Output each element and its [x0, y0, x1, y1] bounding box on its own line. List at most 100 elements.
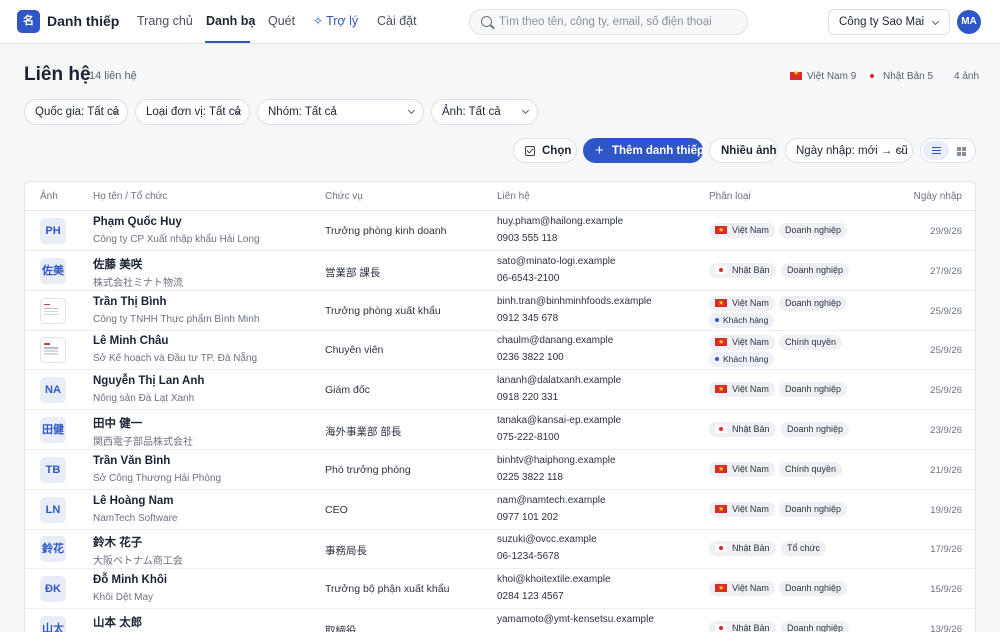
column-date[interactable]: Ngày nhập	[914, 191, 962, 202]
card-thumbnail[interactable]: 鈴花	[40, 536, 66, 563]
table-row[interactable]: 山太 山本 太郎 取締役 yamamoto@ymt-kensetsu.example N…	[25, 609, 975, 632]
table-row[interactable]: 佐美 佐藤 美咲 株式会社ミナト物流 営業部 課長 sato@minato-logi.e…	[25, 251, 975, 291]
table-row[interactable]: PH Phạm Quốc Huy Công ty CP Xuất nhập khẩu…	[25, 211, 975, 251]
card-thumbnail[interactable]: NA	[40, 377, 66, 404]
filter-group[interactable]: Nhóm: Tất cả	[257, 99, 424, 125]
nav-settings[interactable]: Cài đặt	[377, 14, 417, 28]
filter-unit-type[interactable]: Loại đơn vị: Tất cả	[135, 99, 250, 125]
import-date: 21/9/26	[930, 464, 962, 476]
contact-phone[interactable]: 0225 3822 118	[497, 472, 563, 483]
contact-email[interactable]: tanaka@kansai-ep.example	[497, 415, 621, 426]
contact-email[interactable]: yamamoto@ymt-kensetsu.example	[497, 614, 654, 625]
plus-icon: +	[595, 142, 604, 159]
table-row[interactable]: LN Lê Hoàng Nam NamTech Software CEO nam@nam…	[25, 490, 975, 530]
table-row[interactable]: TB Trần Văn Bình Sở Công Thương Hải Phòng P…	[25, 450, 975, 490]
contact-name[interactable]: 佐藤 美咲	[93, 256, 142, 272]
contact-organization: Nông sản Đà Lạt Xanh	[93, 393, 195, 405]
contact-email[interactable]: binh.tran@binhminhfoods.example	[497, 296, 652, 307]
contact-phone[interactable]: 0284 123 4567	[497, 591, 564, 602]
filter-country[interactable]: Quốc gia: Tất cả	[24, 99, 128, 125]
table-row[interactable]: Lê Minh Châu Sở Kế hoạch và Đầu tư TP. Đà…	[25, 330, 975, 371]
flag-icon	[715, 425, 727, 433]
table-row[interactable]: 田健 田中 健一 関西電子部品株式会社 海外事業部 部長 tanaka@kansai-e…	[25, 410, 975, 450]
sort-select[interactable]: Ngày nhập: mới → cũ	[785, 138, 913, 163]
grid-view-icon[interactable]	[957, 147, 966, 156]
nav-home[interactable]: Trang chủ	[137, 14, 193, 28]
table-row[interactable]: 鈴花 鈴木 花子 大阪ベトナム商工会 事務局長 suzuki@ovcc.example 0…	[25, 529, 975, 570]
search-placeholder: Tìm theo tên, công ty, email, số điện th…	[499, 16, 712, 28]
contact-name[interactable]: 山本 太郎	[93, 614, 142, 630]
country-tag: Việt Nam	[709, 223, 775, 238]
contact-email[interactable]: nam@namtech.example	[497, 495, 606, 506]
contact-email[interactable]: huy.pham@hailong.example	[497, 216, 623, 227]
contact-phone[interactable]: 0912 345 678	[497, 313, 558, 324]
flag-icon	[715, 265, 727, 274]
multi-image-button[interactable]: Nhiều ảnh	[709, 138, 778, 163]
contact-organization: 大阪ベトナム商工会	[93, 556, 183, 568]
contact-name[interactable]: Phạm Quốc Huy	[93, 216, 182, 228]
card-thumbnail[interactable]: PH	[40, 218, 66, 244]
card-thumbnail[interactable]: LN	[40, 496, 66, 523]
contact-name[interactable]: Lê Hoàng Nam	[93, 495, 174, 507]
import-date: 29/9/26	[930, 226, 962, 237]
contact-name[interactable]: 鈴木 花子	[93, 534, 142, 550]
card-thumbnail[interactable]: 佐美	[40, 257, 66, 284]
contact-email[interactable]: sato@minato-logi.example	[497, 256, 616, 267]
contact-organization: Sở Kế hoạch và Đầu tư TP. Đà Nẵng	[93, 353, 258, 365]
column-name[interactable]: Họ tên / Tổ chức	[93, 191, 167, 202]
country-tag: Việt Nam	[709, 501, 775, 517]
contact-title: CEO	[325, 503, 348, 516]
select-button[interactable]: Chọn	[513, 138, 577, 163]
table-row[interactable]: Trần Thị Bình Công ty TNHH Thực phẩm Bình…	[25, 291, 975, 331]
contact-email[interactable]: suzuki@ovcc.example	[497, 534, 597, 545]
contact-name[interactable]: Nguyễn Thị Lan Anh	[93, 375, 204, 387]
contact-phone[interactable]: 06-6543-2100	[497, 273, 559, 284]
table-row[interactable]: NA Nguyễn Thị Lan Anh Nông sản Đà Lạt Xanh…	[25, 370, 975, 411]
country-tag: Nhật Bản	[709, 422, 776, 437]
nav-assistant-label: Trợ lý	[326, 14, 359, 28]
nav-contacts[interactable]: Danh bạ	[206, 14, 255, 28]
import-date: 25/9/26	[930, 305, 962, 317]
nav-assistant[interactable]: ✧ Trợ lý	[313, 14, 358, 28]
search-input[interactable]: Tìm theo tên, công ty, email, số điện th…	[469, 9, 748, 35]
contact-count: 14 liên hệ	[89, 70, 137, 82]
contact-name[interactable]: Đỗ Minh Khôi	[93, 574, 167, 586]
contact-name[interactable]: Trần Thị Bình	[93, 296, 166, 308]
unit-type-tag: Doanh nghiệp	[781, 262, 850, 278]
nav-scan[interactable]: Quét	[268, 14, 295, 28]
table-row[interactable]: ĐK Đỗ Minh Khôi Khôi Dệt May Trưởng bộ phận…	[25, 569, 975, 610]
contact-name[interactable]: 田中 健一	[93, 415, 142, 431]
contact-title: 取締役	[325, 625, 357, 632]
contact-phone[interactable]: 0236 3822 100	[497, 352, 564, 363]
contact-phone[interactable]: 06-1234-5678	[497, 551, 559, 562]
card-thumbnail[interactable]	[40, 297, 66, 324]
import-date: 15/9/26	[930, 584, 962, 596]
unit-type-tag: Doanh nghiệp	[779, 223, 848, 238]
card-thumbnail[interactable]: TB	[40, 456, 66, 483]
contact-email[interactable]: lananh@dalatxanh.example	[497, 375, 621, 386]
contact-email[interactable]: khoi@khoitextile.example	[497, 574, 611, 585]
card-thumbnail[interactable]: 田健	[40, 417, 66, 443]
column-contact: Liên hệ	[497, 191, 530, 202]
contact-phone[interactable]: 0903 555 118	[497, 233, 557, 244]
chevron-down-icon	[931, 17, 940, 26]
contact-email[interactable]: chaulm@danang.example	[497, 335, 613, 346]
contact-phone[interactable]: 0918 220 331	[497, 392, 558, 403]
contact-email[interactable]: binhtv@haiphong.example	[497, 455, 616, 466]
contact-organization: 株式会社ミナト物流	[93, 277, 183, 289]
card-thumbnail[interactable]: ĐK	[40, 576, 66, 603]
app-logo[interactable]: 名	[17, 10, 40, 33]
group-tag: Khách hàng	[709, 352, 775, 368]
card-thumbnail[interactable]	[40, 337, 66, 364]
user-avatar[interactable]: MA	[957, 10, 981, 34]
company-select[interactable]: Công ty Sao Mai	[828, 9, 950, 35]
contact-name[interactable]: Trần Văn Bình	[93, 455, 170, 467]
contact-name[interactable]: Lê Minh Châu	[93, 335, 168, 347]
app-title[interactable]: Danh thiếp	[47, 13, 119, 29]
filter-image[interactable]: Ảnh: Tất cả	[431, 99, 538, 125]
add-card-button[interactable]: + Thêm danh thiếp	[583, 138, 704, 163]
card-thumbnail[interactable]: 山太	[40, 616, 66, 632]
contact-phone[interactable]: 075-222-8100	[497, 432, 559, 443]
contact-phone[interactable]: 0977 101 202	[497, 512, 558, 523]
list-view-button[interactable]	[923, 141, 949, 160]
